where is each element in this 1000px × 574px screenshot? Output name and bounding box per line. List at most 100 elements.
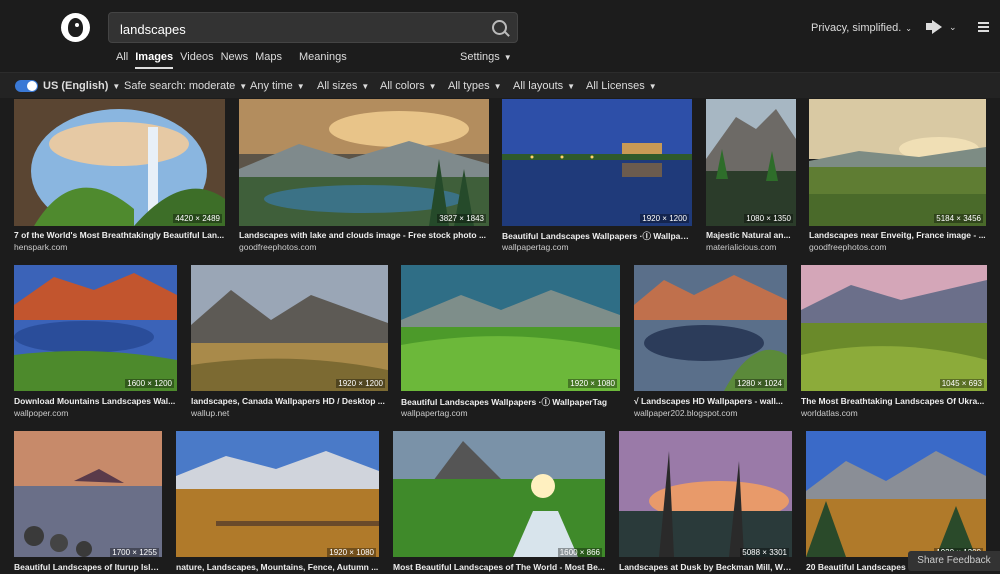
- search-tabs: All Images Videos News Maps Meanings: [116, 51, 354, 69]
- thumbnail-image[interactable]: [801, 265, 987, 391]
- image-source[interactable]: materialicious.com: [706, 242, 796, 252]
- tab-all[interactable]: All: [116, 51, 128, 69]
- image-source[interactable]: wallpaper202.blogspot.com: [634, 408, 787, 418]
- image-result[interactable]: 1280 × 1024 √ Landscapes HD Wallpapers -…: [634, 265, 787, 418]
- chevron-down-icon: ▼: [493, 82, 502, 91]
- thumbnail-image[interactable]: [809, 99, 986, 226]
- image-dimensions: 1045 × 693: [939, 379, 984, 388]
- tab-meanings[interactable]: Meanings: [299, 51, 347, 69]
- image-result[interactable]: 1045 × 693 The Most Breathtaking Landsca…: [801, 265, 987, 418]
- filter-label: Safe search: moderate: [124, 80, 236, 92]
- filter-label: All sizes: [317, 80, 358, 92]
- filter-safe-search[interactable]: Safe search: moderate ▼: [124, 80, 247, 92]
- image-result[interactable]: 1920 × 1200 Beautiful Landscapes Wallpap…: [502, 99, 692, 254]
- settings-menu[interactable]: Settings ▼: [460, 51, 512, 63]
- thumbnail-image[interactable]: [619, 431, 792, 557]
- chevron-down-icon: ▼: [239, 82, 248, 91]
- image-title[interactable]: 7 of the World's Most Breathtakingly Bea…: [14, 230, 225, 240]
- thumbnail-image[interactable]: [14, 99, 225, 226]
- settings-label: Settings: [460, 51, 500, 63]
- privacy-menu[interactable]: Privacy, simplified. ⌄: [811, 22, 912, 34]
- image-dimensions: 1700 × 1255: [110, 548, 159, 557]
- filter-color[interactable]: All colors ▼: [380, 80, 437, 92]
- image-title[interactable]: Download Mountains Landscapes Wal...: [14, 396, 177, 406]
- image-dimensions: 1600 × 1200: [125, 379, 174, 388]
- search-box[interactable]: [108, 12, 518, 43]
- image-source[interactable]: wallpapertag.com: [502, 242, 692, 252]
- filter-label: All types: [448, 80, 490, 92]
- megaphone-icon[interactable]: ⌄: [926, 20, 957, 34]
- image-title[interactable]: nature, Landscapes, Mountains, Fence, Au…: [176, 562, 379, 572]
- hamburger-menu-icon[interactable]: [978, 22, 989, 32]
- image-dimensions: 4420 × 2489: [173, 214, 222, 223]
- filter-size[interactable]: All sizes ▼: [317, 80, 369, 92]
- image-result[interactable]: 1700 × 1255 Beautiful Landscapes of Itur…: [14, 431, 162, 574]
- tab-videos[interactable]: Videos: [180, 51, 213, 69]
- chevron-down-icon: ▼: [648, 82, 657, 91]
- image-source[interactable]: wallup.net: [191, 408, 388, 418]
- image-title[interactable]: Landscapes at Dusk by Beckman Mill, Wi..…: [619, 562, 792, 572]
- image-dimensions: 1080 × 1350: [744, 214, 793, 223]
- thumbnail-image[interactable]: [806, 431, 986, 557]
- image-dimensions: 1920 × 1200: [640, 214, 689, 223]
- thumbnail-image[interactable]: [706, 99, 796, 226]
- chevron-down-icon: ▼: [503, 53, 512, 62]
- image-result[interactable]: 5088 × 3301 Landscapes at Dusk by Beckma…: [619, 431, 792, 574]
- image-dimensions: 5184 × 3456: [934, 214, 983, 223]
- image-title[interactable]: Beautiful Landscapes Wallpapers ·Ⓘ Wallp…: [401, 396, 620, 408]
- thumbnail-image[interactable]: [239, 99, 489, 226]
- duckduckgo-logo[interactable]: [61, 13, 90, 42]
- image-title[interactable]: Landscapes with lake and clouds image - …: [239, 230, 489, 240]
- tab-maps[interactable]: Maps: [255, 51, 282, 69]
- image-dimensions: 1920 × 1200: [336, 379, 385, 388]
- search-input[interactable]: [118, 18, 482, 40]
- thumbnail-image[interactable]: [14, 431, 162, 557]
- tab-images[interactable]: Images: [135, 51, 174, 69]
- filter-layout[interactable]: All layouts ▼: [513, 80, 575, 92]
- image-result[interactable]: 5184 × 3456 Landscapes near Enveitg, Fra…: [809, 99, 986, 254]
- image-dimensions: 3827 × 1843: [437, 214, 486, 223]
- image-dimensions: 5088 × 3301: [740, 548, 789, 557]
- filter-region[interactable]: US (English) ▼: [43, 80, 120, 92]
- image-result[interactable]: 1920 × 1080 nature, Landscapes, Mountain…: [176, 431, 379, 574]
- thumbnail-image[interactable]: [401, 265, 620, 391]
- image-result[interactable]: 1920 × 1080 Beautiful Landscapes Wallpap…: [401, 265, 620, 418]
- image-title[interactable]: The Most Breathtaking Landscapes Of Ukra…: [801, 396, 987, 406]
- thumbnail-image[interactable]: [634, 265, 787, 391]
- image-source[interactable]: henspark.com: [14, 242, 225, 252]
- image-source[interactable]: goodfreephotos.com: [239, 242, 489, 252]
- chevron-down-icon: ▼: [296, 82, 305, 91]
- thumbnail-image[interactable]: [14, 265, 177, 391]
- image-title[interactable]: Beautiful Landscapes of Iturup Isla...: [14, 562, 162, 572]
- image-title[interactable]: Landscapes near Enveitg, France image - …: [809, 230, 986, 240]
- image-result[interactable]: 3827 × 1843 Landscapes with lake and clo…: [239, 99, 489, 254]
- image-source[interactable]: wallpapertag.com: [401, 408, 620, 418]
- thumbnail-image[interactable]: [502, 99, 692, 226]
- image-source[interactable]: worldatlas.com: [801, 408, 987, 418]
- image-source[interactable]: goodfreephotos.com: [809, 242, 986, 252]
- thumbnail-image[interactable]: [176, 431, 379, 557]
- filter-time[interactable]: Any time ▼: [250, 80, 305, 92]
- image-title[interactable]: landscapes, Canada Wallpapers HD / Deskt…: [191, 396, 388, 406]
- image-title[interactable]: √ Landscapes HD Wallpapers - wall...: [634, 396, 787, 406]
- filter-license[interactable]: All Licenses ▼: [586, 80, 657, 92]
- thumbnail-image[interactable]: [393, 431, 605, 557]
- thumbnail-image[interactable]: [191, 265, 388, 391]
- image-result[interactable]: 1600 × 866 Most Beautiful Landscapes of …: [393, 431, 605, 574]
- filter-type[interactable]: All types ▼: [448, 80, 502, 92]
- image-result[interactable]: 1080 × 1350 Majestic Natural an... mater…: [706, 99, 796, 254]
- image-source[interactable]: wallpoper.com: [14, 408, 177, 418]
- image-result[interactable]: 1600 × 1200 Download Mountains Landscape…: [14, 265, 177, 418]
- image-dimensions: 1280 × 1024: [735, 379, 784, 388]
- image-title[interactable]: Beautiful Landscapes Wallpapers ·Ⓘ Wallp…: [502, 230, 692, 242]
- image-result[interactable]: 1920 × 1200 landscapes, Canada Wallpaper…: [191, 265, 388, 418]
- region-toggle[interactable]: [15, 80, 38, 92]
- image-result[interactable]: 4420 × 2489 7 of the World's Most Breath…: [14, 99, 225, 254]
- search-icon[interactable]: [492, 20, 507, 35]
- share-feedback-button[interactable]: Share Feedback: [908, 551, 1000, 571]
- chevron-down-icon: ▼: [112, 82, 121, 91]
- top-bar: All Images Videos News Maps Meanings Set…: [0, 0, 1000, 72]
- tab-news[interactable]: News: [221, 51, 249, 69]
- image-title[interactable]: Most Beautiful Landscapes of The World -…: [393, 562, 605, 572]
- image-title[interactable]: Majestic Natural an...: [706, 230, 796, 240]
